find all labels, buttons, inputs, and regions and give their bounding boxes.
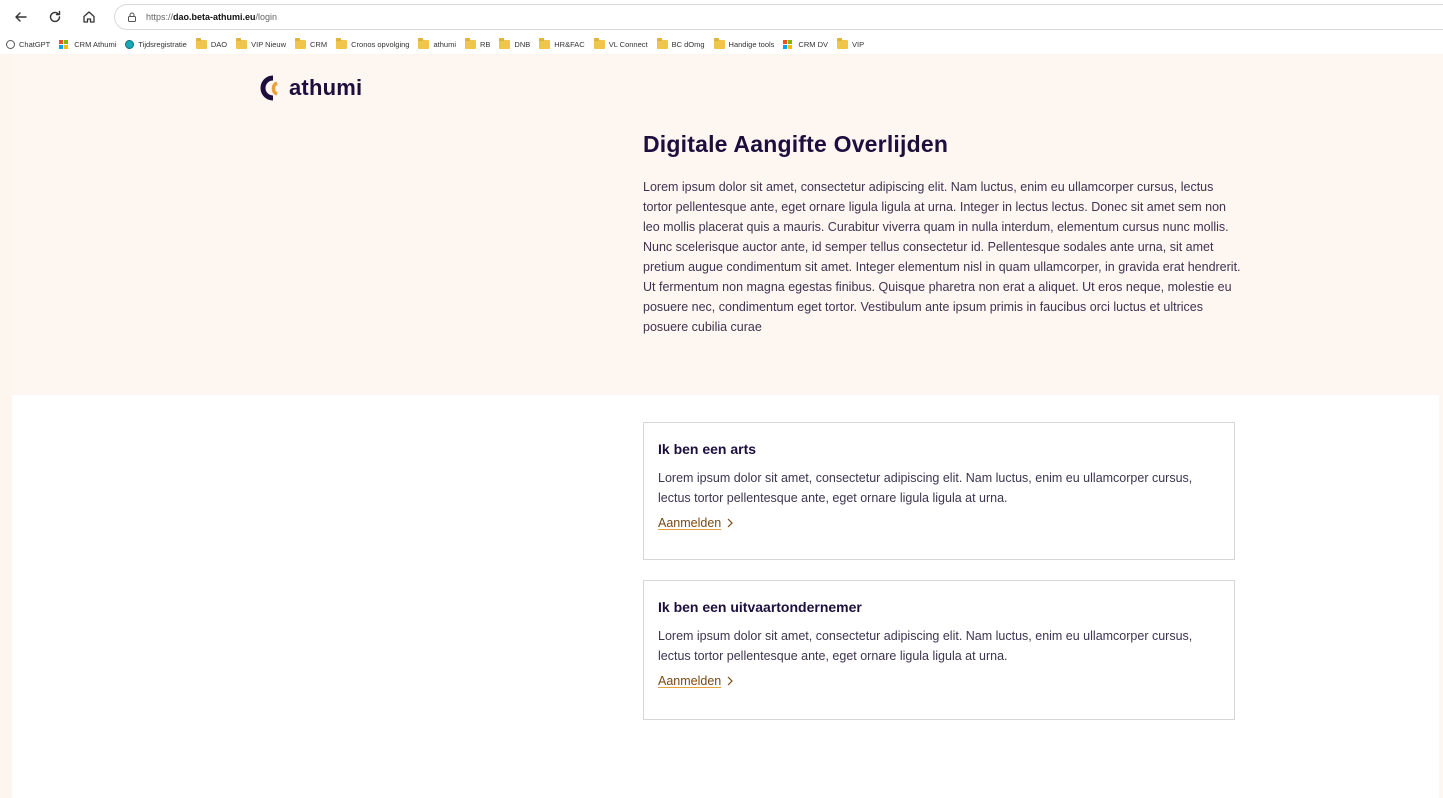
bookmark-item[interactable]: HR&FAC [539, 37, 585, 49]
bookmark-label: CRM Athumi [74, 39, 117, 49]
folder-icon [656, 37, 668, 49]
bookmarks-bar: ChatGPT CRM Athumi Tijdsregistratie DAO VIP … [0, 34, 1443, 54]
bookmark-label: RB [480, 39, 491, 49]
microsoft-icon [59, 39, 70, 49]
folder-icon [195, 37, 207, 49]
bookmark-label: VIP Nieuw [251, 39, 287, 49]
url-path: /login [255, 12, 278, 22]
folder-icon [295, 37, 307, 49]
browser-toolbar: https://dao.beta-athumi.eu/login [0, 0, 1443, 34]
folder-icon [539, 37, 551, 49]
bookmark-label: ChatGPT [19, 39, 51, 49]
athumi-logo-icon [260, 75, 278, 101]
folder-icon [465, 37, 476, 49]
bookmark-item[interactable]: VIP Nieuw [236, 37, 287, 49]
logo-text: athumi [289, 75, 363, 100]
bookmark-item[interactable]: DAO [195, 37, 228, 49]
bookmark-item[interactable]: DNB [499, 37, 531, 49]
bookmark-item[interactable]: Tijdsregistratie [125, 39, 187, 49]
bookmark-item[interactable]: CRM Athumi [59, 39, 117, 49]
address-bar[interactable]: https://dao.beta-athumi.eu/login [114, 4, 1443, 30]
login-link-label: Aanmelden [658, 674, 722, 688]
login-link-label: Aanmelden [658, 516, 722, 530]
card-text: Lorem ipsum dolor sit amet, consectetur … [658, 629, 1193, 663]
url-prefix: https:// [146, 12, 174, 22]
card-title: Ik ben een uitvaartondernemer [658, 599, 862, 615]
folder-icon [418, 37, 430, 49]
bookmark-item[interactable]: CRM DV [783, 39, 829, 49]
bookmark-label: CRM [310, 39, 328, 49]
bookmark-item[interactable]: RB [465, 37, 491, 49]
chevron-right-icon [727, 676, 734, 686]
intro-text: Lorem ipsum dolor sit amet, consectetur … [643, 180, 1241, 334]
athumi-logo[interactable]: athumi [256, 73, 362, 103]
folder-icon [593, 37, 605, 49]
bookmark-label: VL Connect [608, 39, 648, 49]
bookmark-label: CRM DV [798, 39, 829, 49]
bookmark-label: HR&FAC [554, 39, 585, 49]
card-title: Ik ben een arts [658, 441, 757, 457]
hero-section: athumi Digitale Aangifte Overlijden Lore… [12, 56, 1439, 395]
folder-icon [236, 37, 248, 49]
lock-icon[interactable] [127, 12, 137, 22]
bookmark-label: Tijdsregistratie [138, 39, 187, 49]
bookmark-label: DAO [210, 39, 228, 49]
microsoft-icon [783, 39, 794, 49]
login-link-undertaker[interactable]: Aanmelden [658, 674, 734, 688]
bookmark-item[interactable]: ChatGPT [6, 39, 51, 49]
bookmark-label: Cronos opvolging [351, 39, 410, 49]
bookmark-item[interactable]: Cronos opvolging [336, 37, 410, 49]
bookmark-item[interactable]: BC dOmg [656, 37, 705, 49]
bookmark-label: Handige tools [728, 39, 775, 49]
folder-icon [713, 37, 725, 49]
back-arrow-icon[interactable] [10, 6, 32, 28]
folder-icon [499, 37, 511, 49]
bookmark-label: athumi [433, 39, 456, 49]
url-host: dao.beta-athumi.eu [173, 12, 256, 22]
bookmark-item[interactable]: athumi [418, 37, 456, 49]
chatgpt-icon [6, 39, 15, 49]
bookmark-item[interactable]: Handige tools [713, 37, 775, 49]
card-text: Lorem ipsum dolor sit amet, consectetur … [658, 471, 1193, 505]
globe-icon [125, 39, 135, 49]
home-icon[interactable] [78, 6, 100, 28]
folder-icon [336, 37, 348, 49]
reload-icon[interactable] [44, 6, 66, 28]
bookmark-item[interactable]: VIP [837, 37, 865, 49]
role-card-doctor: Ik ben een arts Lorem ipsum dolor sit am… [643, 422, 1235, 560]
bookmark-label: DNB [514, 39, 531, 49]
chevron-right-icon [727, 518, 734, 528]
right-edge-strip [1439, 56, 1443, 798]
page-title: Digitale Aangifte Overlijden [643, 131, 949, 157]
bookmark-item[interactable]: VL Connect [593, 37, 648, 49]
bookmark-item[interactable]: CRM [295, 37, 328, 49]
login-link-doctor[interactable]: Aanmelden [658, 516, 734, 530]
folder-icon [837, 37, 849, 49]
bookmark-label: BC dOmg [671, 39, 705, 49]
bookmark-label: VIP [852, 39, 865, 49]
page-content: athumi Digitale Aangifte Overlijden Lore… [12, 56, 1443, 798]
role-card-undertaker: Ik ben een uitvaartondernemer Lorem ipsu… [643, 580, 1235, 720]
